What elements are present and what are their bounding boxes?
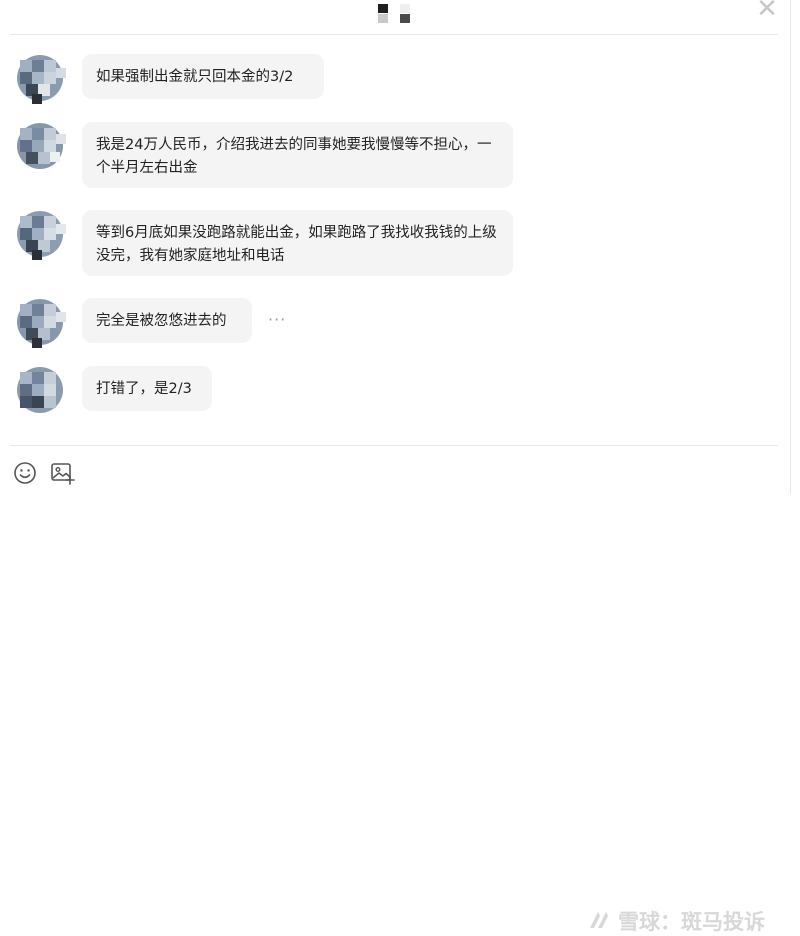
sender-avatar[interactable] — [16, 298, 68, 350]
message-bubble[interactable]: 打错了，是2/3 — [82, 366, 212, 411]
image-add-icon[interactable] — [50, 460, 76, 486]
sender-avatar[interactable] — [16, 366, 68, 418]
message-bubble[interactable]: 如果强制出金就只回本金的3/2 — [82, 54, 324, 99]
contact-avatar-title — [378, 4, 410, 23]
more-options-icon[interactable]: ··· — [268, 310, 286, 329]
message-bubble[interactable]: 完全是被忽悠进去的 — [82, 298, 252, 343]
composer-divider — [10, 445, 778, 446]
close-icon[interactable]: ✕ — [752, 0, 782, 24]
sender-avatar[interactable] — [16, 122, 68, 174]
message-bubble[interactable]: 我是24万人民币，介绍我进去的同事她要我慢慢等不担心，一个半月左右出金 — [82, 122, 513, 188]
header-divider — [10, 34, 778, 35]
message-text: 我是24万人民币，介绍我进去的同事她要我慢慢等不担心，一个半月左右出金 — [96, 137, 492, 176]
chat-header: ✕ — [0, 0, 800, 34]
xueqiu-logo-icon — [590, 912, 608, 928]
watermark-text: 雪球：斑马投诉 — [618, 910, 765, 934]
smile-icon[interactable] — [12, 460, 38, 486]
message-text: 等到6月底如果没跑路就能出金，如果跑路了我找收我钱的上级没完，我有她家庭地址和电… — [96, 225, 497, 264]
sender-avatar[interactable] — [16, 210, 68, 262]
message-text: 如果强制出金就只回本金的3/2 — [96, 69, 294, 85]
message-text: 完全是被忽悠进去的 — [96, 313, 227, 329]
watermark: 雪球：斑马投诉 — [586, 908, 765, 934]
scrollbar-track[interactable] — [790, 0, 791, 494]
sender-avatar[interactable] — [16, 54, 68, 106]
message-bubble[interactable]: 等到6月底如果没跑路就能出金，如果跑路了我找收我钱的上级没完，我有她家庭地址和电… — [82, 210, 513, 276]
message-text: 打错了，是2/3 — [96, 381, 192, 397]
composer-toolbar: 雪球：斑马投诉 — [0, 452, 800, 934]
